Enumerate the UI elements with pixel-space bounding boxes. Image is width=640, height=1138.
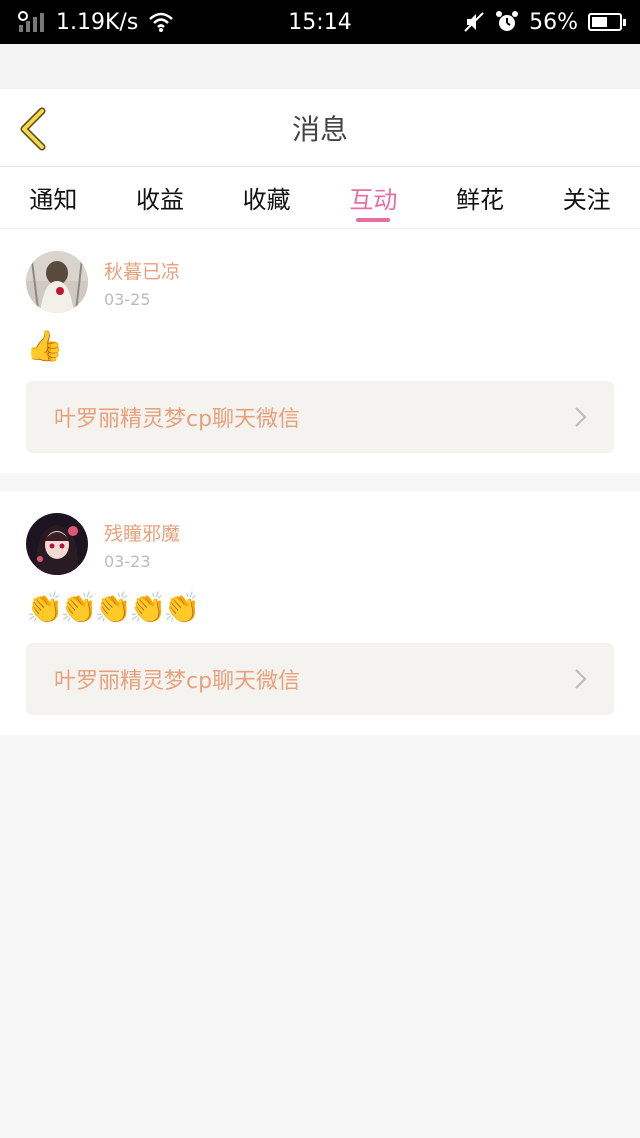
mute-icon bbox=[464, 12, 484, 32]
tab-earnings[interactable]: 收益 bbox=[107, 167, 214, 228]
battery-percent: 56% bbox=[529, 9, 578, 35]
user-name[interactable]: 残瞳邪魔 bbox=[104, 519, 180, 546]
network-speed: 1.19K/s bbox=[56, 9, 139, 35]
tab-notifications[interactable]: 通知 bbox=[0, 167, 107, 228]
avatar[interactable] bbox=[26, 251, 88, 313]
tab-favorites[interactable]: 收藏 bbox=[213, 167, 320, 228]
post-date: 03-23 bbox=[104, 552, 151, 571]
reaction-emojis: 👏👏👏👏👏 bbox=[26, 591, 201, 626]
post-link-title: 叶罗丽精灵梦cp聊天微信 bbox=[54, 669, 301, 694]
post-link[interactable]: 叶罗丽精灵梦cp聊天微信 bbox=[26, 381, 614, 453]
avatar[interactable] bbox=[26, 513, 88, 575]
chevron-right-icon bbox=[575, 669, 587, 689]
tab-flowers[interactable]: 鲜花 bbox=[427, 167, 534, 228]
post-date: 03-25 bbox=[104, 290, 151, 309]
battery-icon bbox=[588, 13, 626, 31]
post-link-title: 叶罗丽精灵梦cp聊天微信 bbox=[54, 407, 301, 432]
tab-following[interactable]: 关注 bbox=[533, 167, 640, 228]
post-link[interactable]: 叶罗丽精灵梦cp聊天微信 bbox=[26, 643, 614, 715]
back-icon[interactable] bbox=[16, 107, 52, 151]
alarm-icon bbox=[496, 11, 519, 31]
nav-bar: 消息 bbox=[0, 89, 640, 167]
status-bar: 1.19K/s 15:14 56% bbox=[0, 0, 640, 44]
tab-bar: 通知 收益 收藏 互动 鲜花 关注 bbox=[0, 167, 640, 229]
interaction-card: 秋暮已凉 03-25 👍 叶罗丽精灵梦cp聊天微信 bbox=[0, 229, 640, 473]
active-tab-indicator bbox=[356, 218, 391, 222]
tab-interactions[interactable]: 互动 bbox=[320, 167, 427, 228]
interaction-card: 残瞳邪魔 03-23 👏👏👏👏👏 叶罗丽精灵梦cp聊天微信 bbox=[0, 491, 640, 735]
wifi-icon bbox=[149, 12, 174, 32]
page-title: 消息 bbox=[291, 112, 348, 146]
chevron-right-icon bbox=[575, 407, 587, 427]
reaction-emojis: 👍 bbox=[26, 329, 63, 364]
header-spacer bbox=[0, 44, 640, 89]
user-name[interactable]: 秋暮已凉 bbox=[104, 257, 180, 284]
signal-icon bbox=[18, 11, 44, 32]
